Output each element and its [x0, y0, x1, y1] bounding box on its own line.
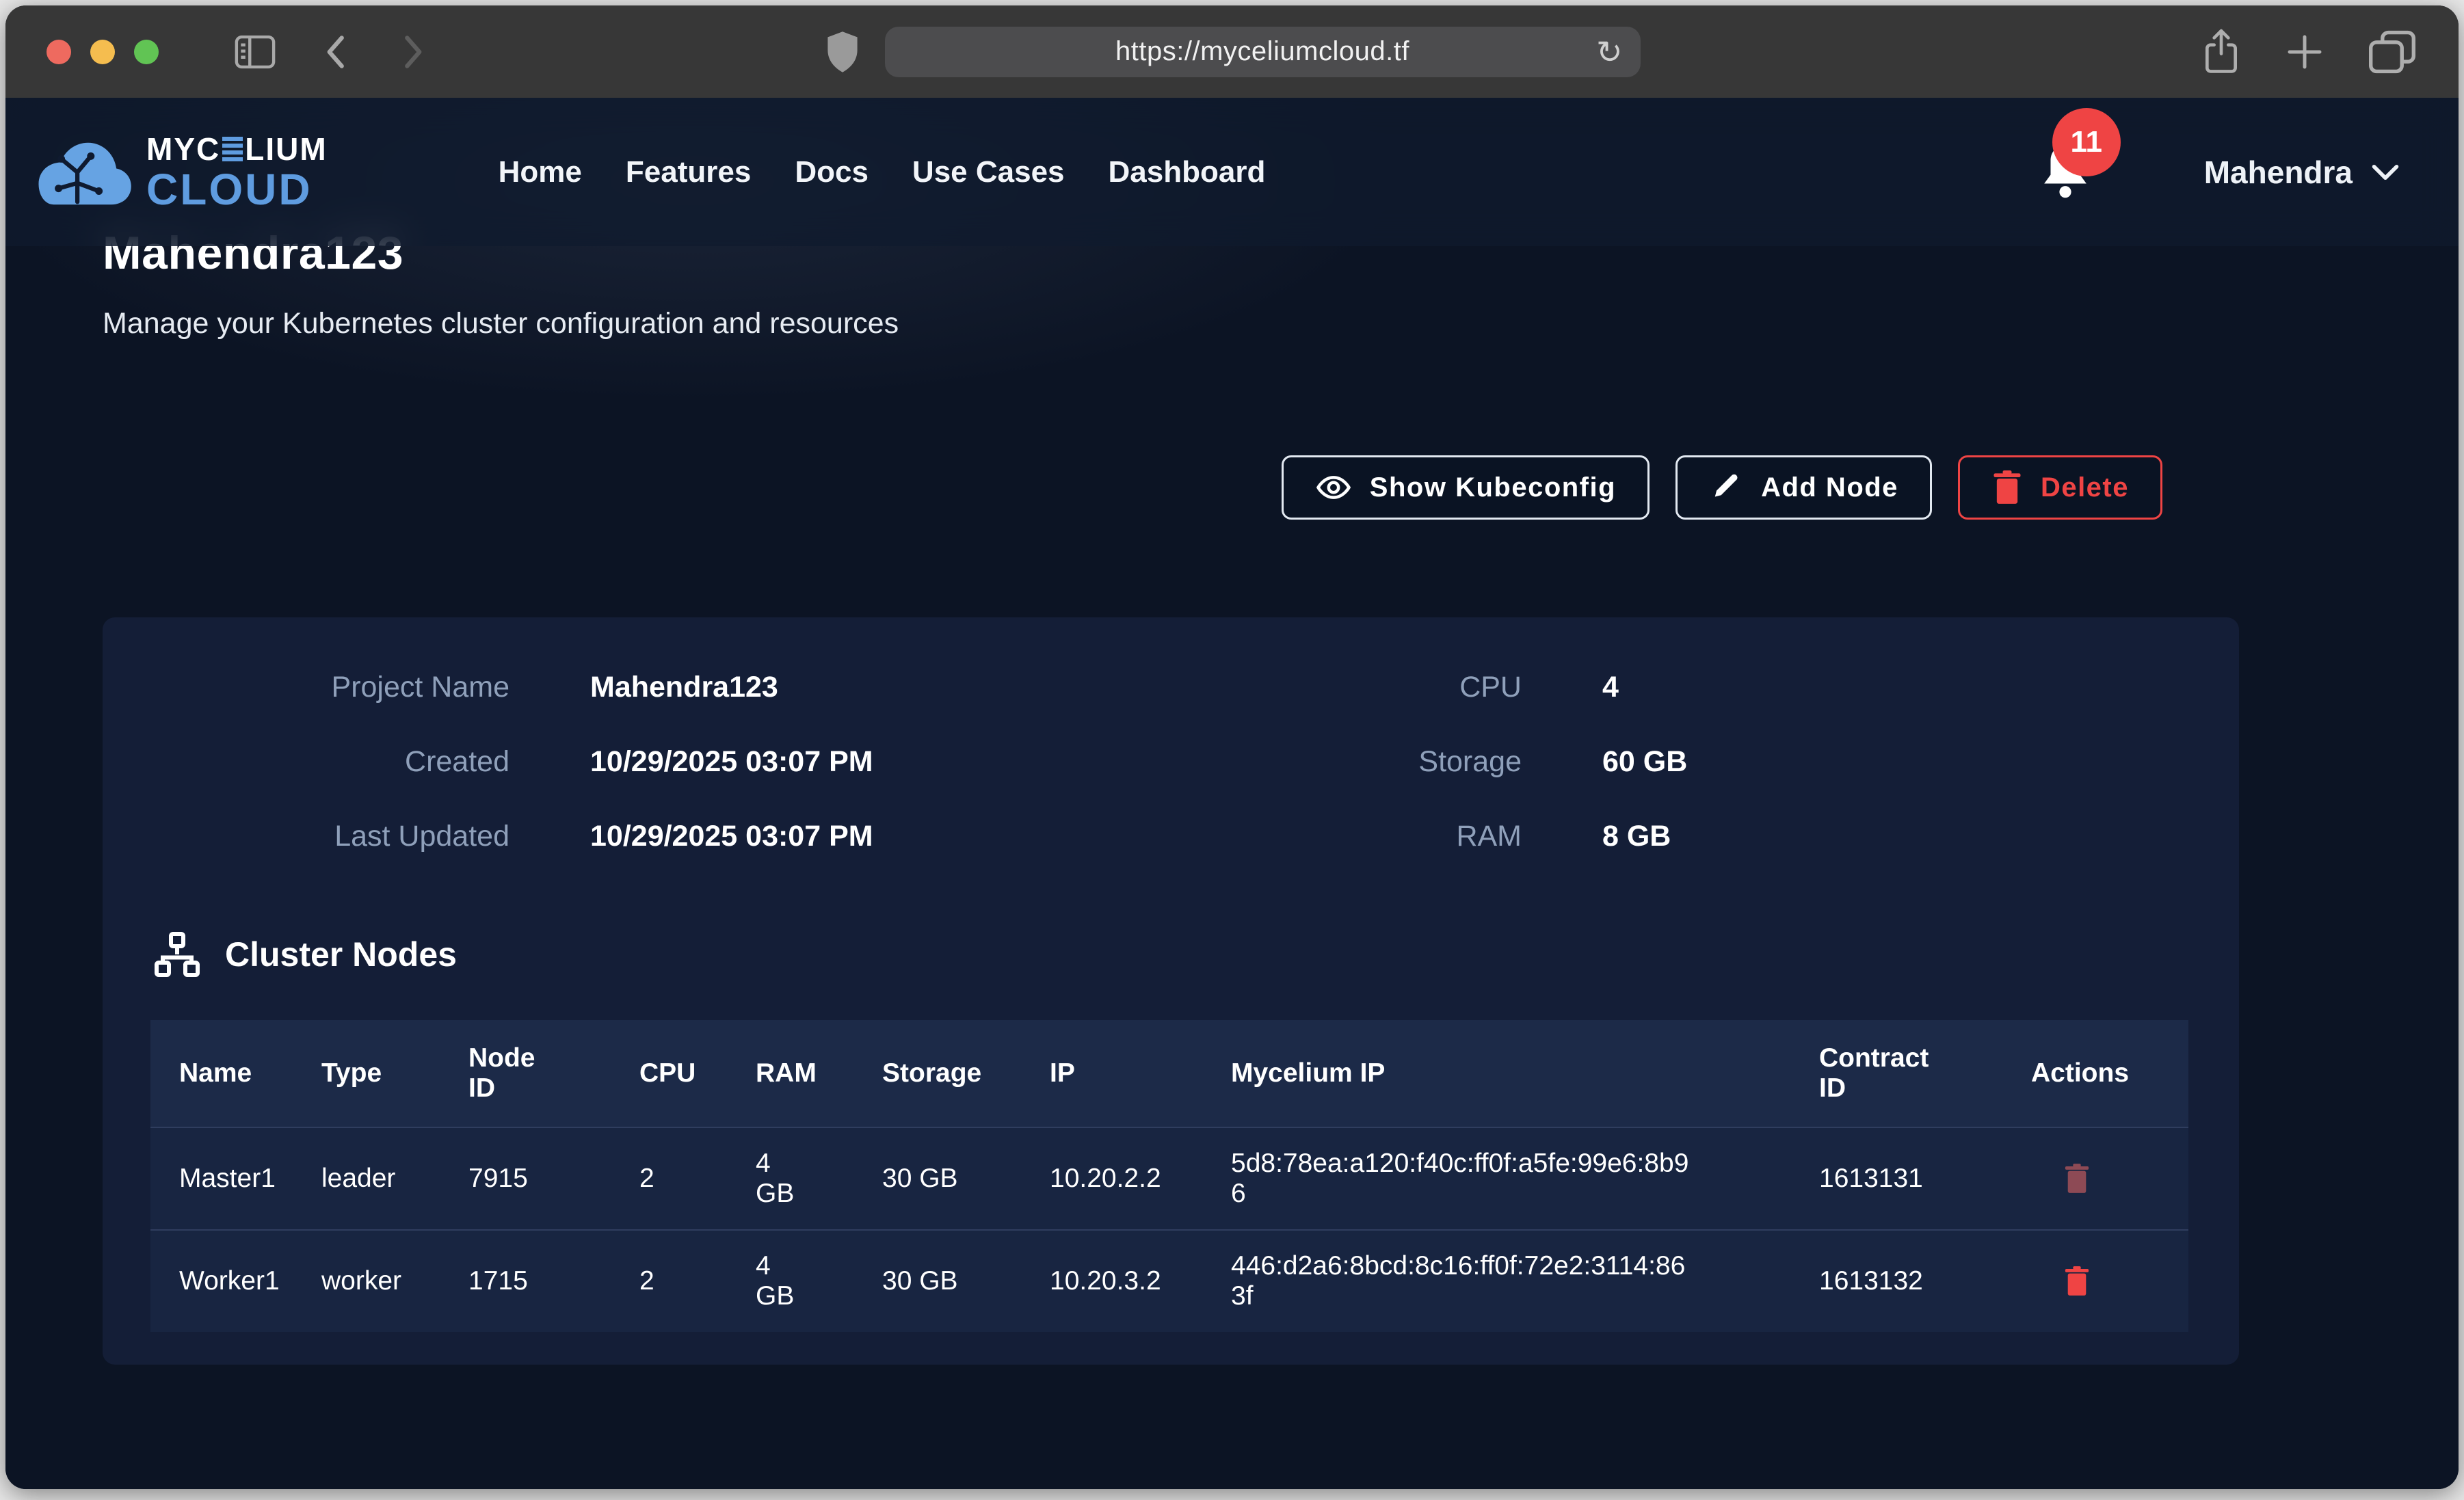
col-mycelium-ip: Mycelium IP: [1231, 1020, 1819, 1127]
cell-node-id: 7915: [468, 1127, 639, 1230]
cell-storage: 30 GB: [882, 1230, 1050, 1332]
cluster-info: Project Name Mahendra123 Created 10/29/2…: [147, 671, 2190, 894]
created-label: Created: [147, 745, 509, 779]
cell-name: Worker1: [150, 1230, 321, 1332]
col-name: Name: [150, 1020, 321, 1127]
cell-ram: 4 GB: [756, 1230, 882, 1332]
cluster-nodes-table: Name Type Node ID CPU RAM Storage IP Myc…: [150, 1020, 2188, 1332]
eye-icon: [1315, 469, 1352, 506]
user-menu[interactable]: Mahendra: [2204, 154, 2400, 191]
notifications-button[interactable]: 11: [2036, 139, 2095, 205]
desktop-background: https://myceliumcloud.tf ↻: [0, 0, 2464, 1500]
show-kubeconfig-button[interactable]: Show Kubeconfig: [1282, 455, 1650, 520]
col-actions: Actions: [2031, 1020, 2188, 1127]
user-name: Mahendra: [2204, 154, 2353, 191]
network-nodes-icon: [153, 930, 202, 979]
privacy-shield-icon[interactable]: [824, 29, 861, 75]
notification-badge: 11: [2052, 108, 2121, 176]
close-window-button[interactable]: [47, 40, 71, 64]
cell-contract-id: 1613131: [1819, 1127, 2031, 1230]
brand-line1: MYCLIUM: [146, 133, 328, 165]
cell-mycelium-ip: 5d8:78ea:a120:f40c:ff0f:a5fe:99e6:8b96: [1231, 1127, 1819, 1230]
show-kubeconfig-label: Show Kubeconfig: [1370, 472, 1616, 503]
nav-link-docs[interactable]: Docs: [795, 155, 869, 189]
nav-link-use-cases[interactable]: Use Cases: [912, 155, 1065, 189]
cell-type: worker: [321, 1230, 468, 1332]
cpu-label: CPU: [1214, 671, 1522, 704]
window-controls: [47, 40, 159, 64]
cell-actions: [2031, 1230, 2188, 1332]
nav-links: Home Features Docs Use Cases Dashboard: [499, 155, 1266, 189]
forward-icon[interactable]: [397, 31, 428, 73]
browser-window: https://myceliumcloud.tf ↻: [5, 5, 2459, 1489]
add-node-button[interactable]: Add Node: [1675, 455, 1932, 520]
reload-icon[interactable]: ↻: [1596, 36, 1623, 68]
site-navbar: MYCLIUM CLOUD Home Features Docs Use Cas…: [5, 98, 2459, 246]
storage-label: Storage: [1214, 745, 1522, 779]
url-text: https://myceliumcloud.tf: [1115, 36, 1409, 67]
cell-type: leader: [321, 1127, 468, 1230]
sidebar-toggle-icon[interactable]: [234, 34, 276, 70]
col-cpu: CPU: [639, 1020, 756, 1127]
delete-node-button[interactable]: [2031, 1265, 2090, 1297]
cluster-detail-card: Project Name Mahendra123 Created 10/29/2…: [103, 617, 2239, 1365]
back-icon[interactable]: [321, 31, 352, 73]
table-row: Master1 leader 7915 2 4 GB 30 GB 10.20.2…: [150, 1127, 2188, 1230]
cell-name: Master1: [150, 1127, 321, 1230]
cell-ram: 4 GB: [756, 1127, 882, 1230]
add-node-label: Add Node: [1761, 472, 1898, 503]
cell-storage: 30 GB: [882, 1127, 1050, 1230]
col-contract-id: Contract ID: [1819, 1020, 2031, 1127]
delete-cluster-button[interactable]: Delete: [1958, 455, 2162, 520]
cluster-nodes-heading: Cluster Nodes: [225, 935, 457, 974]
cell-ip: 10.20.3.2: [1050, 1230, 1231, 1332]
project-name-label: Project Name: [147, 671, 509, 704]
table-header-row: Name Type Node ID CPU RAM Storage IP Myc…: [150, 1020, 2188, 1127]
chevron-down-icon: [2370, 162, 2400, 183]
new-tab-icon[interactable]: [2282, 29, 2327, 75]
brand-line2: CLOUD: [146, 168, 328, 211]
brand-logo[interactable]: MYCLIUM CLOUD: [31, 132, 328, 213]
cell-ip: 10.20.2.2: [1050, 1127, 1231, 1230]
nav-link-home[interactable]: Home: [499, 155, 582, 189]
cell-cpu: 2: [639, 1230, 756, 1332]
col-type: Type: [321, 1020, 468, 1127]
project-name-value: Mahendra123: [590, 671, 778, 704]
browser-toolbar: https://myceliumcloud.tf ↻: [5, 5, 2459, 98]
col-ram: RAM: [756, 1020, 882, 1127]
tab-overview-icon[interactable]: [2367, 28, 2417, 76]
web-page: Mahendra123 Manage your Kubernetes clust…: [5, 98, 2459, 1489]
brand-e-bars-icon: [222, 137, 243, 161]
ram-value: 8 GB: [1602, 820, 1671, 853]
mycelium-cloud-logo-icon: [31, 132, 134, 213]
address-bar[interactable]: https://myceliumcloud.tf ↻: [885, 27, 1641, 77]
pencil-icon: [1709, 470, 1743, 505]
cell-mycelium-ip: 446:d2a6:8bcd:8c16:ff0f:72e2:3114:863f: [1231, 1230, 1819, 1332]
table-row: Worker1 worker 1715 2 4 GB 30 GB 10.20.3…: [150, 1230, 2188, 1332]
trash-icon: [1991, 470, 2023, 505]
cluster-actions-row: Show Kubeconfig Add Node: [103, 455, 2239, 520]
delete-node-button[interactable]: [2031, 1163, 2090, 1194]
nav-link-dashboard[interactable]: Dashboard: [1109, 155, 1266, 189]
col-storage: Storage: [882, 1020, 1050, 1127]
cpu-value: 4: [1602, 671, 1619, 704]
delete-label: Delete: [2041, 472, 2129, 503]
ram-label: RAM: [1214, 820, 1522, 853]
last-updated-value: 10/29/2025 03:07 PM: [590, 820, 873, 853]
last-updated-label: Last Updated: [147, 820, 509, 853]
page-subtitle: Manage your Kubernetes cluster configura…: [103, 307, 2459, 340]
minimize-window-button[interactable]: [90, 40, 115, 64]
col-ip: IP: [1050, 1020, 1231, 1127]
share-icon[interactable]: [2200, 26, 2242, 78]
cell-cpu: 2: [639, 1127, 756, 1230]
cell-contract-id: 1613132: [1819, 1230, 2031, 1332]
zoom-window-button[interactable]: [134, 40, 159, 64]
nav-link-features[interactable]: Features: [626, 155, 751, 189]
cell-actions: [2031, 1127, 2188, 1230]
created-value: 10/29/2025 03:07 PM: [590, 745, 873, 779]
cell-node-id: 1715: [468, 1230, 639, 1332]
col-node-id: Node ID: [468, 1020, 639, 1127]
storage-value: 60 GB: [1602, 745, 1687, 779]
